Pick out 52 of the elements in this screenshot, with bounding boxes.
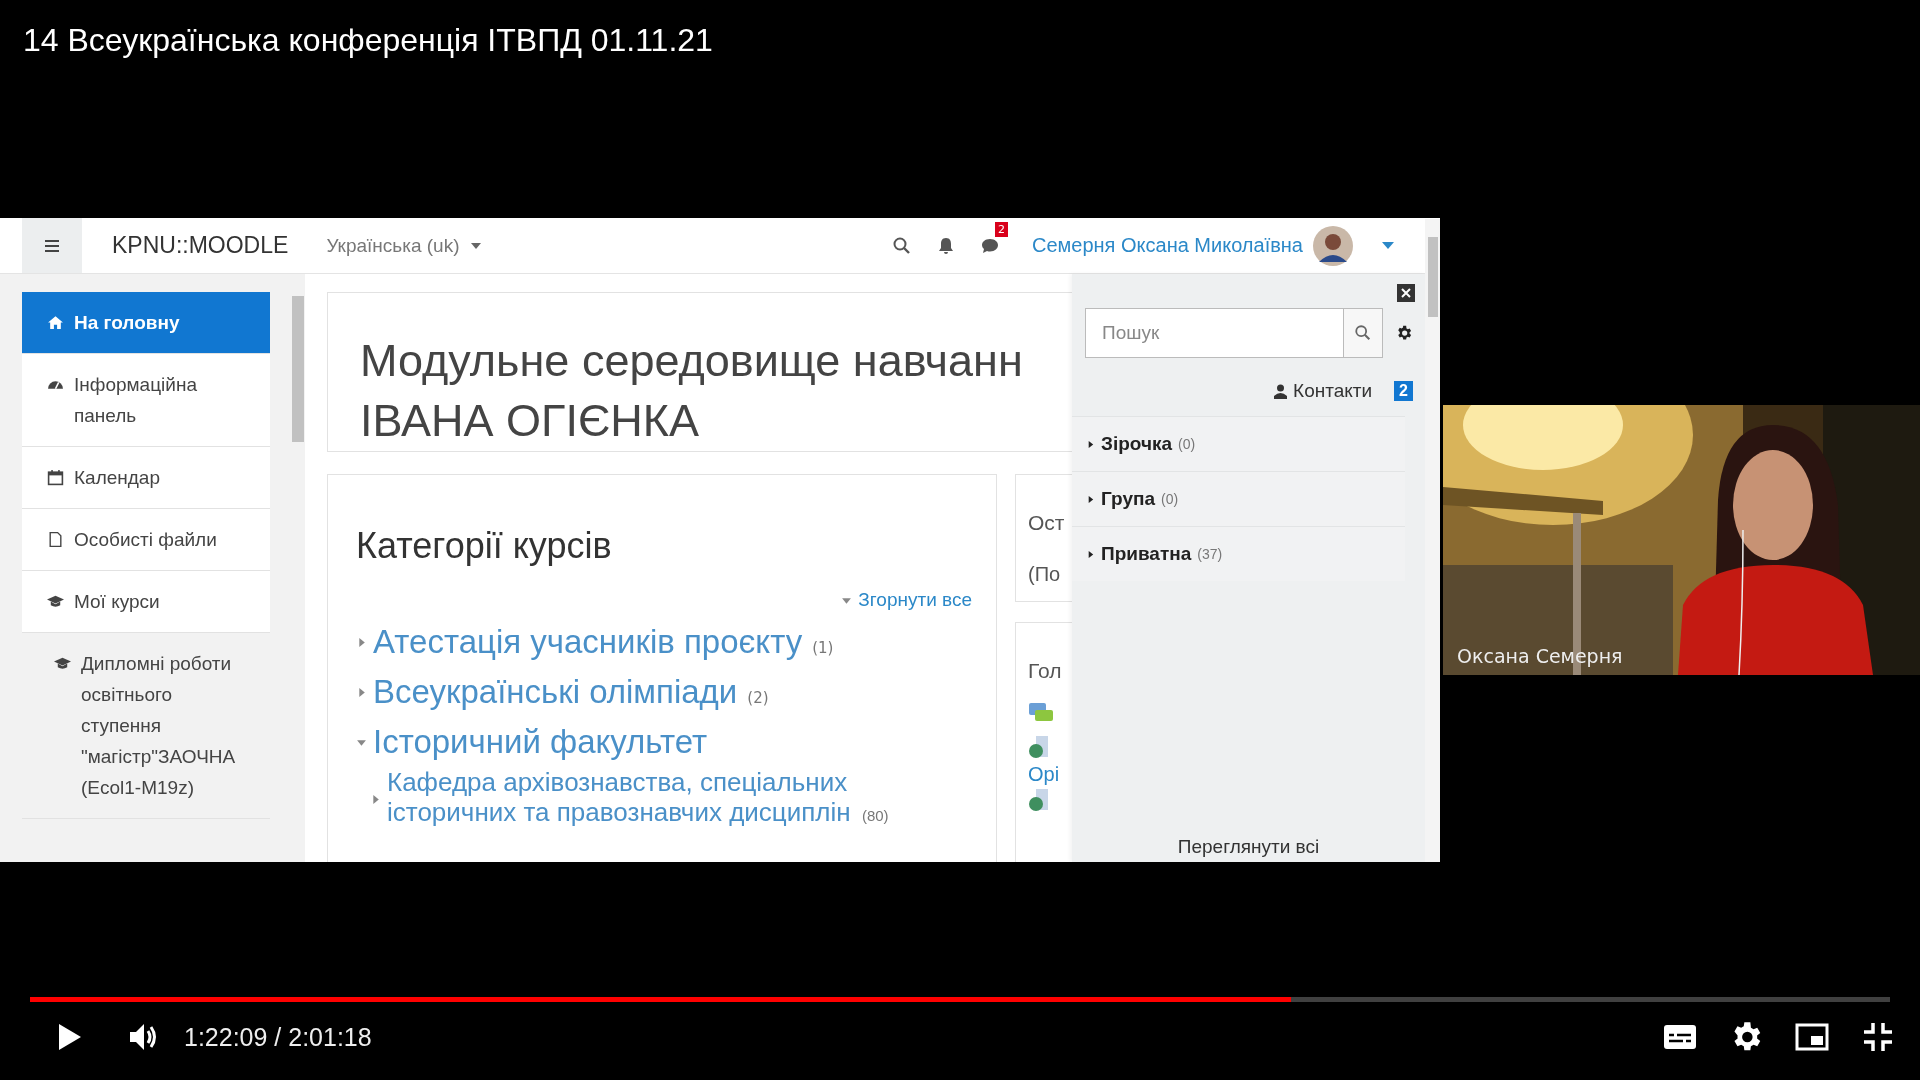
collapse-all-link[interactable]: Згорнути все: [841, 589, 972, 611]
close-icon[interactable]: [1397, 284, 1415, 302]
home-icon: [47, 314, 64, 331]
user-menu[interactable]: Семерня Оксана Миколаївна: [1032, 234, 1303, 257]
sidebar-item[interactable]: Дипломні роботи освітнього ступення "магістр"ЗАОЧНА (Ecol1-M19z): [22, 633, 270, 819]
caret-icon[interactable]: [469, 241, 482, 250]
course-count: (1): [812, 639, 834, 657]
search-icon[interactable]: [1354, 324, 1372, 342]
user-icon[interactable]: [1274, 383, 1288, 399]
contacts-count-badge: 2: [1394, 381, 1413, 401]
contact-group[interactable]: Зірочка (0): [1072, 416, 1405, 471]
settings-icon[interactable]: [1395, 324, 1413, 342]
category-link[interactable]: Кафедра архівознавства, спеціальних історичних та правознавчих дисциплін (80): [387, 767, 947, 831]
menu-icon[interactable]: [44, 238, 60, 253]
collapsed-caret-icon[interactable]: [1086, 439, 1095, 449]
calendar-icon: [47, 469, 64, 486]
playback-time: 1:22:09 / 2:01:18: [184, 1022, 372, 1052]
block-text: (По: [1028, 563, 1062, 586]
file-icon: [47, 531, 64, 548]
graduation-cap-icon: [47, 593, 64, 610]
page-title: ІВАНА ОГІЄНКА: [360, 394, 700, 448]
contact-group[interactable]: Група (0): [1072, 471, 1405, 526]
collapsed-caret-icon[interactable]: [1086, 494, 1095, 504]
collapsed-caret-icon[interactable]: [1086, 549, 1095, 559]
message-count-badge: 2: [995, 221, 1008, 237]
sidebar-item[interactable]: Календар: [22, 447, 270, 509]
site-name[interactable]: KPNU::MOODLE: [112, 232, 289, 259]
block-title: Ост: [1028, 511, 1066, 535]
card-title: Категорії курсів: [356, 525, 613, 567]
sidebar-item[interactable]: Особисті файли: [22, 509, 270, 571]
sidebar-item[interactable]: Інформаційна панель: [22, 354, 270, 447]
sidebar-item[interactable]: Мої курси: [22, 571, 270, 633]
sidebar-item[interactable]: На головну: [22, 292, 270, 354]
avatar-icon[interactable]: [1313, 225, 1353, 266]
progress-bar[interactable]: [30, 997, 1890, 1002]
course-count: (2): [747, 689, 769, 707]
search-icon[interactable]: [892, 235, 912, 256]
search-field[interactable]: Пошук: [1085, 308, 1343, 358]
language-menu[interactable]: Українська (uk): [326, 234, 482, 257]
video-title: 14 Всеукраїнська конференція ІТВПД 01.11.21: [23, 22, 714, 59]
bell-icon[interactable]: [936, 235, 956, 256]
view-all-link[interactable]: Переглянути всі: [1177, 836, 1320, 858]
block-title: Гол: [1028, 659, 1063, 683]
menu-button[interactable]: [22, 218, 82, 273]
participant-name: Оксана Семерня: [1457, 645, 1623, 667]
resource-link[interactable]: Орі: [1028, 763, 1060, 786]
page-title: Модульне середовище навчанн: [360, 334, 1024, 388]
contacts-link[interactable]: Контакти: [1274, 380, 1373, 402]
caret-icon[interactable]: [1381, 241, 1395, 250]
search-button[interactable]: [1343, 308, 1383, 358]
graduation-cap-icon: [54, 655, 71, 672]
contact-group[interactable]: Приватна (37): [1072, 526, 1405, 581]
